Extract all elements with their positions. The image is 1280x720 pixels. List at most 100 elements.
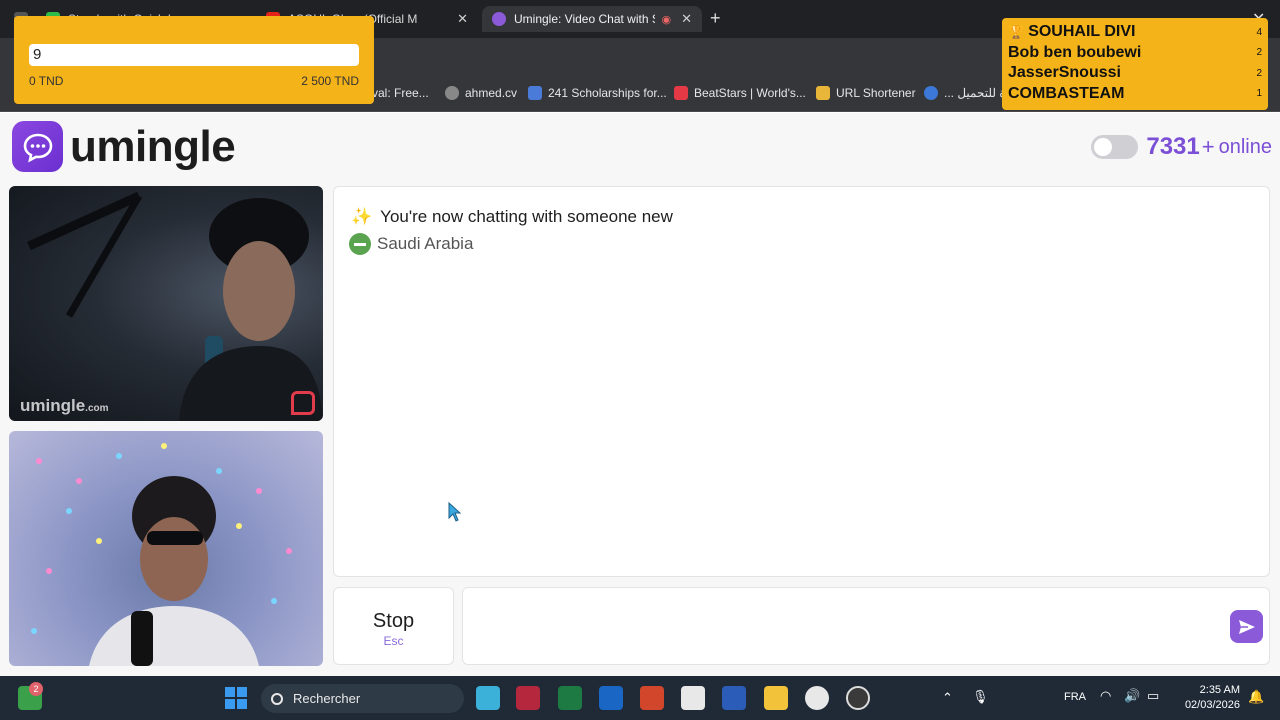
mouse-cursor-icon xyxy=(448,502,462,522)
bookmark-label: 241 Scholarships for... xyxy=(548,86,667,100)
site-logo[interactable]: umingle xyxy=(12,121,236,172)
tab-umingle[interactable]: Umingle: Video Chat with St ◉ ✕ xyxy=(482,6,702,32)
show-hidden-icons-icon[interactable]: ⌃ xyxy=(942,690,953,706)
language-indicator[interactable]: FRA xyxy=(1064,691,1086,703)
windows-start-icon[interactable] xyxy=(224,686,248,710)
donor-leaderboard: 🏆 SOUHAIL DIVI 4 Bob ben boubewi 2 Jasse… xyxy=(1002,18,1268,110)
microphone-icon[interactable]: 🎙 xyxy=(972,689,989,705)
message-composer xyxy=(462,587,1270,665)
chat-panel: ✨ You're now chatting with someone new S… xyxy=(333,186,1270,577)
bookmark-item[interactable]: ahmed.cv xyxy=(445,86,517,100)
access-icon[interactable] xyxy=(516,686,540,710)
bookmark-item[interactable]: URL Shortener xyxy=(816,86,916,100)
leaderboard-row: 🏆 SOUHAIL DIVI 4 xyxy=(1008,22,1262,43)
obs-icon[interactable] xyxy=(846,686,870,710)
saudi-flag-icon xyxy=(349,233,371,255)
powerpoint-icon[interactable] xyxy=(640,686,664,710)
volume-icon[interactable]: 🔊 xyxy=(1124,688,1140,704)
wifi-icon[interactable]: ◠ xyxy=(1100,688,1111,704)
leaderboard-count: 4 xyxy=(1256,26,1262,38)
leaderboard-row: COMBASTEAM 1 xyxy=(1008,84,1262,105)
leaderboard-name: 🏆 SOUHAIL DIVI xyxy=(1008,23,1135,41)
leaderboard-count: 2 xyxy=(1256,47,1262,59)
folder-icon xyxy=(816,86,830,100)
online-plus: + xyxy=(1201,134,1215,159)
bookmark-label: BeatStars | World's... xyxy=(694,86,806,100)
umingle-favicon-icon xyxy=(492,12,506,26)
person-icon xyxy=(528,86,542,100)
leaderboard-row: JasserSnoussi 2 xyxy=(1008,63,1262,84)
close-tab-icon[interactable]: ✕ xyxy=(681,11,692,27)
notepad-icon[interactable] xyxy=(476,686,500,710)
chat-bubble-icon xyxy=(12,121,63,172)
system-message-text: You're now chatting with someone new xyxy=(380,207,673,226)
video-watermark: umingle.com xyxy=(20,396,109,416)
windows-taskbar: 2 Rechercher ⌃ 🎙 FRA ◠ 🔊 ▭ 2:35 AM 02/03… xyxy=(0,676,1280,720)
gear-icon xyxy=(924,86,938,100)
stranger-video: umingle.com xyxy=(9,186,323,421)
taskbar-clock[interactable]: 2:35 AM 02/03/2026 xyxy=(1178,683,1240,713)
word-icon[interactable] xyxy=(722,686,746,710)
bookmark-label: val: Free... xyxy=(372,86,429,100)
taskbar-search[interactable]: Rechercher xyxy=(261,684,464,713)
online-count: 7331 xyxy=(1146,133,1200,160)
donation-goal-widget: 9 0 TND 2 500 TND xyxy=(14,16,374,104)
search-icon xyxy=(271,692,283,705)
bookmark-item[interactable]: val: Free... xyxy=(372,86,429,100)
leaderboard-name-text: SOUHAIL DIVI xyxy=(1028,23,1136,41)
stranger-country: Saudi Arabia xyxy=(349,233,473,255)
message-input[interactable] xyxy=(473,608,1213,644)
leaderboard-name: JasserSnoussi xyxy=(1008,64,1121,82)
new-tab-button[interactable]: + xyxy=(710,8,721,29)
bookmark-item[interactable]: 241 Scholarships for... xyxy=(528,86,667,100)
send-icon xyxy=(1238,619,1255,634)
send-button[interactable] xyxy=(1230,610,1263,643)
tab-label: Umingle: Video Chat with St xyxy=(514,12,656,26)
notification-badge: 2 xyxy=(29,682,43,696)
search-label: Rechercher xyxy=(293,691,361,706)
globe-icon xyxy=(445,86,459,100)
country-name: Saudi Arabia xyxy=(377,234,474,253)
snipping-tool-icon[interactable] xyxy=(681,686,705,710)
mode-toggle[interactable] xyxy=(1091,135,1139,159)
bookmark-item[interactable]: ... ة للتحميل xyxy=(924,86,1006,100)
bookmark-label: URL Shortener xyxy=(836,86,916,100)
donation-max: 2 500 TND xyxy=(301,74,359,88)
watermark-text: umingle xyxy=(20,396,86,415)
outlook-icon[interactable] xyxy=(599,686,623,710)
system-message: ✨ You're now chatting with someone new xyxy=(351,207,673,227)
self-video xyxy=(9,431,323,666)
chrome-icon[interactable] xyxy=(805,686,829,710)
leaderboard-count: 1 xyxy=(1256,88,1262,100)
bookmark-label: ahmed.cv xyxy=(465,86,518,100)
trophy-icon: 🏆 xyxy=(1008,24,1025,40)
bookmark-item[interactable]: BeatStars | World's... xyxy=(674,86,806,100)
report-flag-icon[interactable] xyxy=(291,391,315,415)
file-explorer-icon[interactable] xyxy=(764,686,788,710)
notification-bell-icon[interactable]: 🔔 xyxy=(1248,689,1264,705)
battery-icon[interactable]: ▭ xyxy=(1147,688,1159,704)
excel-icon[interactable] xyxy=(558,686,582,710)
sparkles-icon: ✨ xyxy=(351,207,373,226)
leaderboard-row: Bob ben boubewi 2 xyxy=(1008,43,1262,64)
beatstars-icon xyxy=(674,86,688,100)
logo-text: umingle xyxy=(70,121,236,171)
self-video-frame xyxy=(31,443,292,666)
watermark-suffix: .com xyxy=(85,403,109,414)
online-label: online xyxy=(1218,135,1272,158)
umingle-page: umingle 7331 + online umingle.com ✨ You'… xyxy=(0,113,1280,676)
clock-time: 2:35 AM xyxy=(1199,684,1240,696)
donation-amount: 9 xyxy=(29,44,359,66)
clock-date: 02/03/2026 xyxy=(1184,699,1240,711)
leaderboard-name: Bob ben boubewi xyxy=(1008,43,1142,61)
bookmark-label: ... ة للتحميل xyxy=(944,86,1006,100)
recording-icon: ◉ xyxy=(661,13,672,26)
close-tab-icon[interactable]: ✕ xyxy=(457,11,468,27)
stop-label: Stop xyxy=(372,610,415,632)
online-indicator: 7331 + online xyxy=(1091,133,1272,161)
donation-min: 0 TND xyxy=(29,74,64,88)
stop-button[interactable]: Stop Esc xyxy=(333,587,454,665)
stop-shortcut-hint: Esc xyxy=(383,634,404,648)
stranger-video-frame xyxy=(27,191,323,421)
leaderboard-count: 2 xyxy=(1256,67,1262,79)
